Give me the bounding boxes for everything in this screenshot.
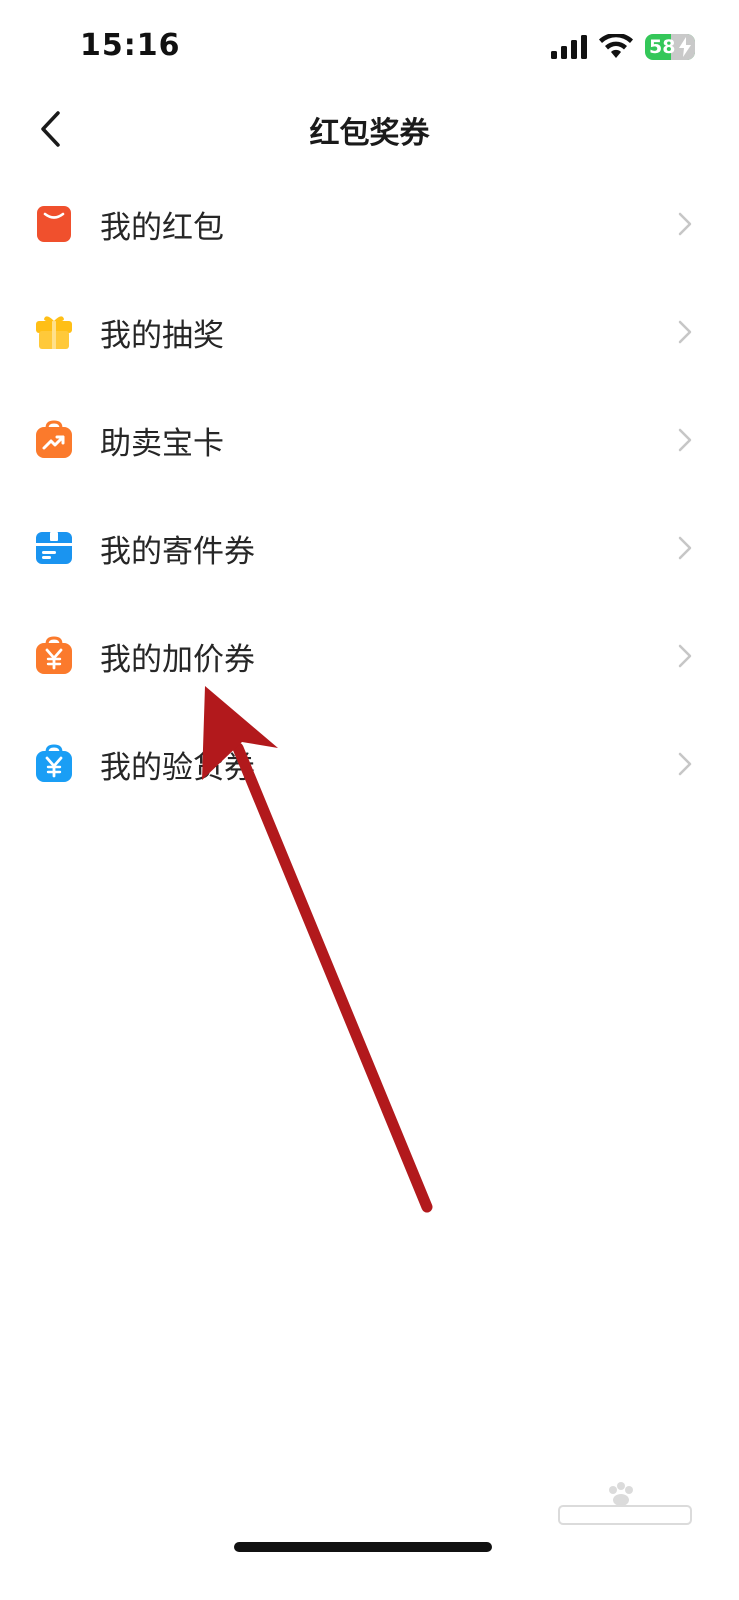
red-envelope-icon bbox=[34, 204, 74, 244]
menu-item-label: 我的红包 bbox=[100, 209, 224, 246]
status-time: 15:16 bbox=[80, 28, 181, 63]
status-bar: 15:16 58 bbox=[0, 0, 739, 90]
battery-charging-icon: 58 bbox=[645, 34, 695, 60]
chevron-right-icon bbox=[678, 752, 692, 776]
menu-item-label: 我的加价券 bbox=[100, 641, 255, 678]
menu-item-shipping-coupon[interactable]: 我的寄件券 bbox=[0, 494, 739, 602]
chevron-right-icon bbox=[678, 428, 692, 452]
chevron-right-icon bbox=[678, 536, 692, 560]
menu-item-lottery[interactable]: 我的抽奖 bbox=[0, 278, 739, 386]
yuan-bag-icon bbox=[34, 636, 74, 676]
parcel-icon bbox=[34, 528, 74, 568]
trend-bag-icon bbox=[34, 420, 74, 460]
chevron-right-icon bbox=[678, 320, 692, 344]
cellular-signal-icon bbox=[551, 35, 587, 59]
menu-list: 我的红包 我的抽奖 助卖宝卡 我的寄件券 我的加价券 我的验货券 bbox=[0, 170, 739, 818]
chevron-right-icon bbox=[678, 212, 692, 236]
page-title: 红包奖券 bbox=[309, 116, 430, 151]
battery-level: 58 bbox=[649, 36, 676, 58]
wifi-icon bbox=[599, 34, 633, 58]
menu-item-inspection-coupon[interactable]: 我的验货券 bbox=[0, 710, 739, 818]
gift-box-icon bbox=[34, 312, 74, 352]
baidu-jingyan-logo bbox=[558, 1482, 692, 1525]
menu-item-label: 我的寄件券 bbox=[100, 533, 255, 570]
chevron-right-icon bbox=[678, 644, 692, 668]
menu-item-label: 助卖宝卡 bbox=[100, 425, 224, 462]
status-icons: 58 bbox=[551, 34, 695, 60]
menu-item-sales-booster-card[interactable]: 助卖宝卡 bbox=[0, 386, 739, 494]
menu-item-label: 我的验货券 bbox=[100, 749, 255, 786]
menu-item-red-envelope[interactable]: 我的红包 bbox=[0, 170, 739, 278]
menu-item-price-boost-coupon[interactable]: 我的加价券 bbox=[0, 602, 739, 710]
yuan-bag-icon bbox=[34, 744, 74, 784]
charging-bolt-icon bbox=[679, 37, 691, 57]
home-indicator[interactable] bbox=[234, 1542, 492, 1552]
menu-item-label: 我的抽奖 bbox=[100, 317, 224, 354]
nav-bar: 红包奖券 bbox=[0, 90, 739, 170]
